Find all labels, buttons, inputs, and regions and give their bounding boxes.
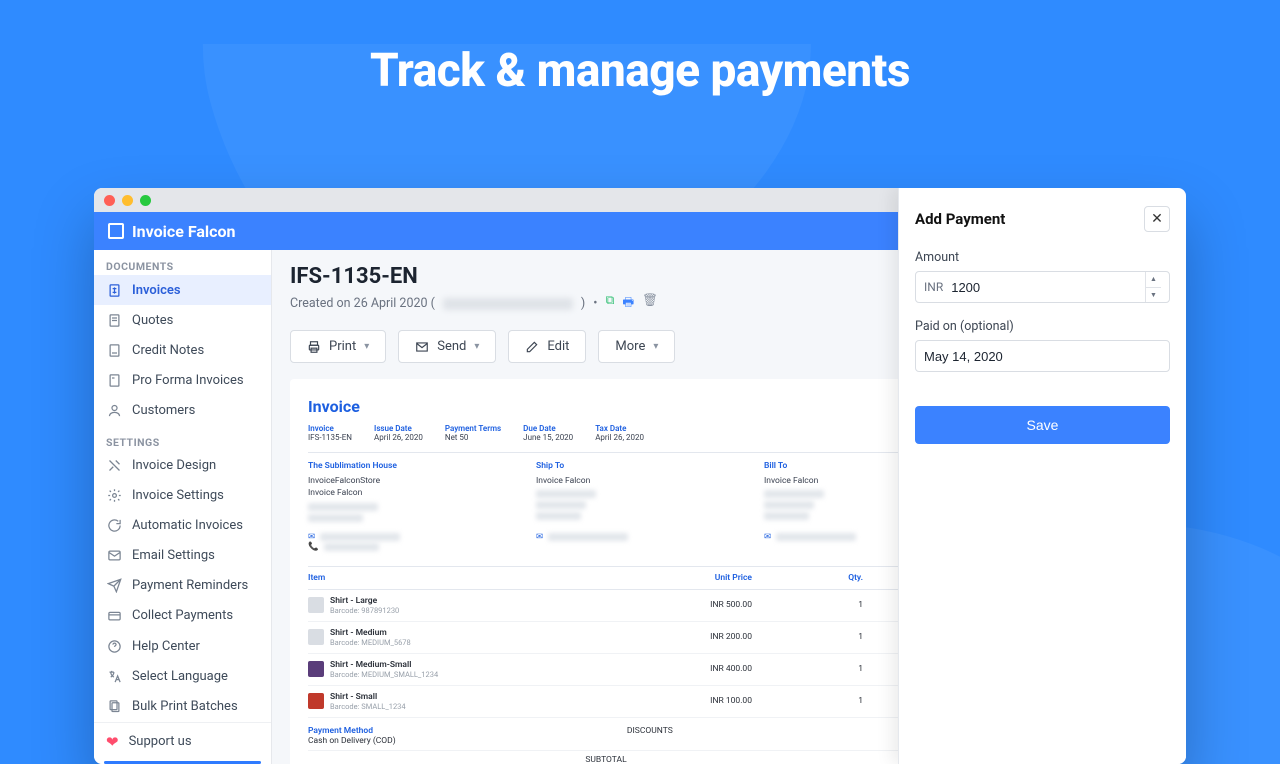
currency-prefix: INR: [924, 280, 943, 294]
credit-note-icon: [106, 342, 122, 358]
brand-icon: [108, 223, 124, 239]
email-icon: ✉: [536, 532, 543, 542]
paid-on-input-wrap[interactable]: [915, 340, 1170, 372]
language-icon: [106, 669, 122, 685]
chevron-down-icon: ▾: [364, 341, 369, 352]
sidebar-item-collect-payments[interactable]: Collect Payments: [94, 601, 271, 631]
app-window: Invoice Falcon DOCUMENTS Invoices Quotes…: [94, 188, 1186, 764]
invoice-icon: [106, 282, 122, 298]
gear-icon: [106, 488, 122, 504]
automation-icon: [106, 518, 122, 534]
more-button[interactable]: More▾: [598, 330, 675, 363]
envelope-icon: [415, 340, 429, 354]
amount-input-wrap[interactable]: INR ▲ ▼: [915, 271, 1170, 303]
sidebar-item-quotes[interactable]: Quotes: [94, 305, 271, 335]
phone-icon: 📞: [308, 542, 319, 552]
sidebar-item-credit-notes[interactable]: Credit Notes: [94, 335, 271, 365]
sidebar-item-label: Automatic Invoices: [132, 518, 243, 533]
amount-label: Amount: [915, 250, 1170, 265]
chevron-down-icon: ▾: [653, 341, 658, 352]
sidebar-item-bulk-print[interactable]: Bulk Print Batches: [94, 692, 271, 722]
modal-title: Add Payment: [915, 210, 1005, 228]
sidebar-item-customers[interactable]: Customers: [94, 396, 271, 426]
sidebar-item-label: Email Settings: [132, 548, 215, 563]
sidebar-item-invoice-design[interactable]: Invoice Design: [94, 451, 271, 481]
order-link-icon[interactable]: ⧉: [605, 293, 614, 314]
hero-title: Track & manage payments: [0, 44, 1280, 98]
delete-icon[interactable]: 🗑: [642, 293, 658, 314]
sidebar-item-automatic-invoices[interactable]: Automatic Invoices: [94, 511, 271, 541]
product-thumb: [308, 597, 324, 613]
redacted-email: [443, 298, 573, 310]
table-row: Shirt - LargeBarcode: 987891230INR 500.0…: [308, 590, 974, 622]
modal-close-button[interactable]: ✕: [1144, 206, 1170, 232]
heart-icon: ❤: [106, 733, 119, 751]
sidebar-item-help-center[interactable]: Help Center: [94, 632, 271, 662]
bulk-print-icon: [106, 699, 122, 715]
paid-on-input[interactable]: [924, 349, 1161, 364]
sidebar-item-email-settings[interactable]: Email Settings: [94, 541, 271, 571]
sidebar-item-proforma[interactable]: Pro Forma Invoices: [94, 365, 271, 395]
product-thumb: [308, 661, 324, 677]
close-dot-icon[interactable]: [104, 195, 115, 206]
sidebar-item-label: Select Language: [132, 669, 228, 684]
stepper-up-icon[interactable]: ▲: [1146, 272, 1161, 288]
print-button[interactable]: Print▾: [290, 330, 386, 363]
sidebar-item-invoice-settings[interactable]: Invoice Settings: [94, 481, 271, 511]
proforma-icon: [106, 372, 122, 388]
sidebar-item-label: Credit Notes: [132, 343, 204, 358]
amount-input[interactable]: [951, 280, 1145, 295]
save-button[interactable]: Save: [915, 406, 1170, 444]
invoice-preview: Invoice InvoiceIFS-1135-EN Issue DateApr…: [290, 379, 992, 764]
minimize-dot-icon[interactable]: [122, 195, 133, 206]
email-icon: ✉: [308, 532, 315, 542]
product-thumb: [308, 629, 324, 645]
quote-icon: [106, 312, 122, 328]
sidebar-item-label: Bulk Print Batches: [132, 699, 238, 714]
sidebar-item-label: Customers: [132, 403, 195, 418]
table-row: Shirt - Medium-SmallBarcode: MEDIUM_SMAL…: [308, 654, 974, 686]
sidebar-item-label: Invoices: [132, 283, 181, 298]
table-row: Shirt - SmallBarcode: SMALL_1234INR 100.…: [308, 686, 974, 718]
sidebar-item-label: Pro Forma Invoices: [132, 373, 244, 388]
sidebar-item-payment-reminders[interactable]: Payment Reminders: [94, 571, 271, 601]
sidebar-item-label: Support us: [129, 734, 192, 749]
sidebar-item-invoices[interactable]: Invoices: [94, 275, 271, 305]
paid-on-label: Paid on (optional): [915, 319, 1170, 334]
send-button[interactable]: Send▾: [398, 330, 496, 363]
brand-name: Invoice Falcon: [132, 222, 236, 241]
print-icon: [307, 340, 321, 354]
sidebar-item-label: Quotes: [132, 313, 173, 328]
sidebar-item-label: Help Center: [132, 639, 200, 654]
collect-icon: [106, 608, 122, 624]
stepper-down-icon[interactable]: ▼: [1146, 288, 1161, 303]
close-icon: ✕: [1151, 211, 1163, 227]
product-thumb: [308, 693, 324, 709]
print-quick-icon[interactable]: 🖶: [622, 293, 634, 314]
sidebar-item-label: Payment Reminders: [132, 578, 248, 593]
edit-button[interactable]: Edit: [508, 330, 586, 363]
design-icon: [106, 458, 122, 474]
chevron-down-icon: ▾: [474, 341, 479, 352]
reminder-icon: [106, 578, 122, 594]
email-icon: ✉: [764, 532, 771, 542]
email-icon: [106, 548, 122, 564]
sidebar: DOCUMENTS Invoices Quotes Credit Notes P…: [94, 250, 272, 764]
sidebar-item-support[interactable]: ❤ Support us: [94, 722, 271, 761]
edit-icon: [525, 340, 539, 354]
maximize-dot-icon[interactable]: [140, 195, 151, 206]
sidebar-section-settings: SETTINGS: [94, 426, 271, 451]
invoice-heading: Invoice: [308, 397, 644, 416]
help-icon: [106, 639, 122, 655]
customers-icon: [106, 403, 122, 419]
sidebar-item-label: Collect Payments: [132, 608, 233, 623]
add-payment-modal: Add Payment ✕ Amount INR ▲ ▼ Paid on (op…: [898, 188, 1186, 764]
sidebar-item-label: Invoice Settings: [132, 488, 224, 503]
sidebar-item-select-language[interactable]: Select Language: [94, 662, 271, 692]
sidebar-section-documents: DOCUMENTS: [94, 250, 271, 275]
sidebar-item-label: Invoice Design: [132, 458, 216, 473]
table-row: Shirt - MediumBarcode: MEDIUM_5678INR 20…: [308, 622, 974, 654]
